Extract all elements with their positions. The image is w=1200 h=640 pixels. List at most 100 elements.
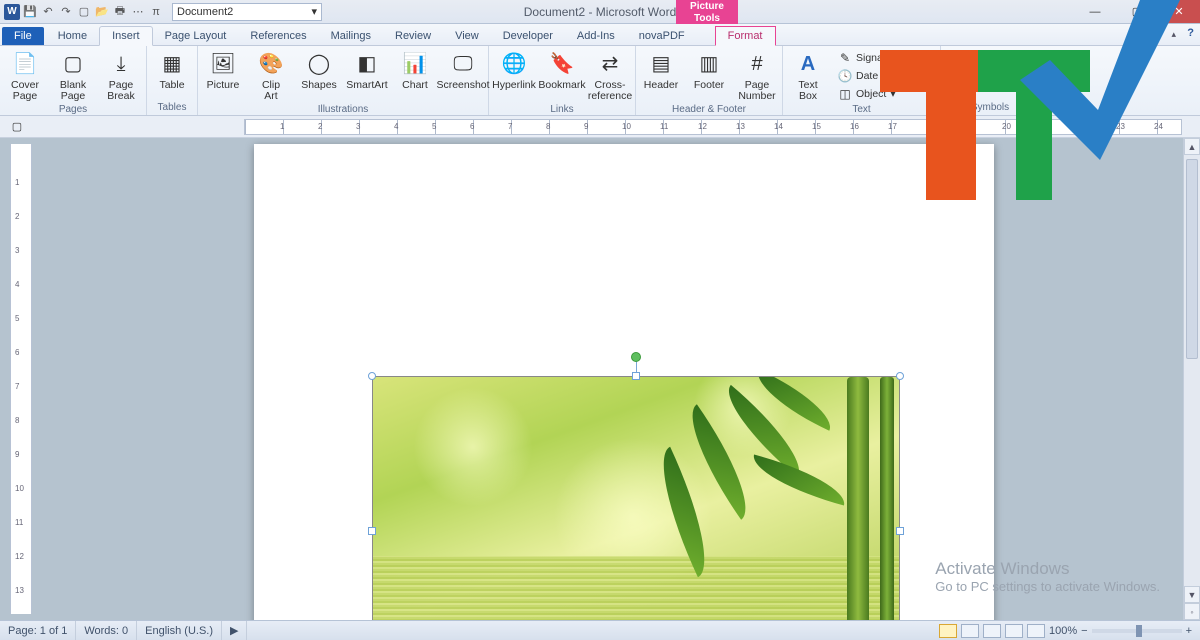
document-area: 1234567891011121314 <box>0 138 1200 620</box>
signature-icon: ✎ <box>838 51 852 65</box>
clip-art-icon: 🎨 <box>257 50 285 78</box>
table-button[interactable]: ▦Table <box>151 50 193 91</box>
view-outline-button[interactable] <box>1005 624 1023 638</box>
zoom-in-button[interactable]: + <box>1186 625 1192 637</box>
picture-content <box>372 376 900 620</box>
clip-art-button[interactable]: 🎨Clip Art <box>250 50 292 102</box>
symbol-button[interactable]: ΩSymbol <box>993 50 1035 91</box>
tab-page-layout[interactable]: Page Layout <box>153 27 239 45</box>
quick-access-toolbar: W 💾 ↶ ↷ ▢ 📂 🖶 ⋯ π Document2 ▾ <box>0 3 322 21</box>
scroll-thumb[interactable] <box>1186 159 1198 359</box>
inserted-picture[interactable] <box>372 376 900 620</box>
tab-file[interactable]: File <box>2 27 44 45</box>
tab-view[interactable]: View <box>443 27 491 45</box>
resize-handle-ml[interactable] <box>368 527 376 535</box>
resize-handle-mr[interactable] <box>896 527 904 535</box>
bookmark-button[interactable]: 🔖Bookmark <box>541 50 583 91</box>
blank-page-button[interactable]: ▢Blank Page <box>52 50 94 102</box>
tab-novapdf[interactable]: novaPDF <box>627 27 697 45</box>
status-macro-icon[interactable]: ▶ <box>222 621 247 640</box>
save-icon[interactable]: 💾 <box>22 4 38 20</box>
chevron-down-icon: ▾ <box>928 52 933 64</box>
zoom-slider[interactable] <box>1092 629 1182 633</box>
tab-insert[interactable]: Insert <box>99 26 153 46</box>
close-button[interactable]: ✕ <box>1158 0 1200 23</box>
signature-line-button[interactable]: ✎Signature Line▾ <box>835 50 936 66</box>
hyperlink-icon: 🌐 <box>500 50 528 78</box>
window-title: Document2 - Microsoft Word <box>524 5 677 19</box>
redo-icon[interactable]: ↷ <box>58 4 74 20</box>
tab-format[interactable]: Format <box>715 26 776 46</box>
table-icon: ▦ <box>158 50 186 78</box>
word-app-icon: W <box>4 4 20 20</box>
status-language[interactable]: English (U.S.) <box>137 621 222 640</box>
scroll-down-icon[interactable]: ▼ <box>1184 586 1200 603</box>
page-viewport[interactable]: Activate Windows Go to PC settings to ac… <box>32 138 1200 620</box>
tab-mailings[interactable]: Mailings <box>319 27 383 45</box>
status-bar: Page: 1 of 1 Words: 0 English (U.S.) ▶ 1… <box>0 620 1200 640</box>
page-number-icon: # <box>743 50 771 78</box>
date-icon: 🕓 <box>838 69 852 83</box>
minimize-button[interactable]: — <box>1074 0 1116 23</box>
pi-icon[interactable]: π <box>148 4 164 20</box>
resize-handle-mt[interactable] <box>632 372 640 380</box>
new-icon[interactable]: ▢ <box>76 4 92 20</box>
quick-print-icon[interactable]: 🖶 <box>112 4 128 20</box>
horizontal-ruler[interactable]: 123456789101112131415161718192021222324 <box>244 119 1182 135</box>
picture-button[interactable]: 🖼Picture <box>202 50 244 91</box>
object-button[interactable]: ◫Object▾ <box>835 86 936 102</box>
smartart-button[interactable]: ◧SmartArt <box>346 50 388 91</box>
tab-addins[interactable]: Add-Ins <box>565 27 627 45</box>
group-tables: ▦Table Tables <box>147 46 198 115</box>
page-break-button[interactable]: ⤓Page Break <box>100 50 142 102</box>
hyperlink-button[interactable]: 🌐Hyperlink <box>493 50 535 91</box>
cross-ref-icon: ⇄ <box>596 50 624 78</box>
browse-object-icon[interactable]: ◦ <box>1184 603 1200 620</box>
resize-handle-tr[interactable] <box>896 372 904 380</box>
equation-button[interactable]: πEquation <box>945 50 987 91</box>
view-print-layout-button[interactable] <box>939 624 957 638</box>
zoom-level[interactable]: 100% <box>1049 625 1077 637</box>
scroll-up-icon[interactable]: ▲ <box>1184 138 1200 155</box>
shapes-icon: ◯ <box>305 50 333 78</box>
tab-references[interactable]: References <box>238 27 318 45</box>
view-web-layout-button[interactable] <box>983 624 1001 638</box>
resize-handle-tl[interactable] <box>368 372 376 380</box>
maximize-button[interactable]: ▢ <box>1116 0 1158 23</box>
page-number-button[interactable]: #Page Number <box>736 50 778 102</box>
footer-button[interactable]: ▥Footer <box>688 50 730 91</box>
cover-page-button[interactable]: 📄Cover Page <box>4 50 46 102</box>
group-pages: 📄Cover Page ▢Blank Page ⤓Page Break Page… <box>0 46 147 115</box>
view-draft-button[interactable] <box>1027 624 1045 638</box>
open-icon[interactable]: 📂 <box>94 4 110 20</box>
ruler-row: ▢ 12345678910111213141516171819202122232… <box>0 116 1200 138</box>
picture-icon: 🖼 <box>209 50 237 78</box>
date-time-button[interactable]: 🕓Date & Time <box>835 68 936 84</box>
qat-more-icon[interactable]: ⋯ <box>130 4 146 20</box>
vertical-scrollbar[interactable]: ▲ ▼ ◦ <box>1183 138 1200 620</box>
footer-icon: ▥ <box>695 50 723 78</box>
undo-icon[interactable]: ↶ <box>40 4 56 20</box>
view-full-screen-button[interactable] <box>961 624 979 638</box>
minimize-ribbon-icon[interactable]: ▴ <box>1171 29 1176 40</box>
header-button[interactable]: ▤Header <box>640 50 682 91</box>
tab-home[interactable]: Home <box>46 27 99 45</box>
status-words[interactable]: Words: 0 <box>76 621 137 640</box>
document-dropdown[interactable]: Document2 ▾ <box>172 3 322 21</box>
text-box-button[interactable]: AText Box <box>787 50 829 102</box>
status-page[interactable]: Page: 1 of 1 <box>0 621 76 640</box>
help-icon[interactable]: ? <box>1187 27 1194 39</box>
group-links: 🌐Hyperlink 🔖Bookmark ⇄Cross-reference Li… <box>489 46 636 115</box>
screenshot-icon: 🖵 <box>449 50 477 78</box>
screenshot-button[interactable]: 🖵Screenshot <box>442 50 484 91</box>
cross-reference-button[interactable]: ⇄Cross-reference <box>589 50 631 102</box>
tab-review[interactable]: Review <box>383 27 443 45</box>
windows-activation-watermark: Activate Windows Go to PC settings to ac… <box>935 559 1160 594</box>
shapes-button[interactable]: ◯Shapes <box>298 50 340 91</box>
zoom-out-button[interactable]: − <box>1081 625 1087 637</box>
tab-developer[interactable]: Developer <box>491 27 565 45</box>
chart-button[interactable]: 📊Chart <box>394 50 436 91</box>
vertical-ruler[interactable]: 1234567891011121314 <box>10 144 32 614</box>
ruler-toggle[interactable]: ▢ <box>0 120 34 133</box>
rotation-handle[interactable] <box>631 352 641 362</box>
